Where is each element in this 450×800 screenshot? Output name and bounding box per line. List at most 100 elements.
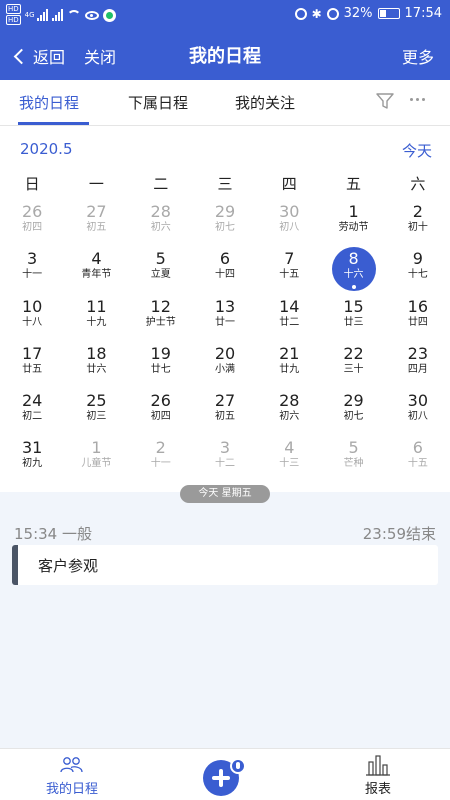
day-number: 26 [21,202,43,221]
day-lunar-label: 儿童节 [81,458,112,470]
bottom-nav-my-schedule[interactable]: 我的日程 [12,749,132,800]
calendar-day[interactable]: 4 十三 [257,434,321,481]
nav-bar: 返回 关闭 我的日程 更多 [0,30,450,80]
day-lunar-label: 十一 [22,269,43,281]
network-type: 4G [24,11,35,19]
day-lunar-label: 护士节 [145,316,176,328]
day-lunar-label: 廿五 [22,363,43,375]
day-number: 2 [155,438,166,458]
day-lunar-label: 初七 [343,411,364,423]
calendar-day[interactable]: 3 十二 [193,434,257,481]
calendar-day[interactable]: 5 立夏 [129,245,193,292]
day-lunar-label: 十五 [279,269,300,281]
calendar-day[interactable]: 28 初六 [129,198,193,245]
calendar-day-selected[interactable]: 8 十六 [321,245,385,292]
weekday-tue: 二 [153,175,169,193]
calendar-day[interactable]: 1 儿童节 [64,434,128,481]
eye-icon [84,10,99,20]
calendar-day[interactable]: 29 初七 [321,387,385,434]
bottom-nav-report[interactable]: 报表 [318,749,438,800]
day-lunar-label: 十三 [279,458,300,470]
day-number: 27 [86,202,107,221]
calendar-day[interactable]: 9 十七 [386,245,450,292]
event-card[interactable]: 客户参观 [12,545,438,585]
day-lunar-label: 廿二 [279,316,300,328]
day-number: 26 [150,391,171,411]
calendar-day[interactable]: 26 初四 [129,387,193,434]
day-number: 31 [21,438,43,458]
weekday-sat: 六 [410,175,426,193]
filter-icon[interactable] [376,92,394,110]
calendar-day[interactable]: 17 廿五 [0,340,64,387]
day-lunar-label: 初八 [407,411,428,423]
calendar-day[interactable]: 6 十四 [193,245,257,292]
back-label: 返回 [33,48,66,67]
day-lunar-label: 初六 [150,222,171,233]
weekday-fri: 五 [346,175,362,193]
day-number: 24 [21,391,43,411]
day-number: 8 [348,249,359,269]
calendar-day[interactable]: 2 十一 [129,434,193,481]
app-notification-icon [102,8,116,22]
day-number: 16 [407,296,429,316]
back-button[interactable]: 返回 [12,44,65,68]
calendar-day[interactable]: 5 芒种 [321,434,385,481]
bluetooth-icon: ✱ [311,6,322,21]
day-lunar-label: 十四 [214,269,235,281]
day-lunar-label: 立夏 [150,269,171,281]
calendar-day[interactable]: 16 廿四 [386,293,450,340]
day-lunar-label: 青年节 [81,269,112,281]
calendar-day[interactable]: 30 初八 [257,198,321,245]
calendar-day[interactable]: 31 初九 [0,434,64,481]
day-number: 30 [279,202,300,221]
calendar-day[interactable]: 25 初三 [64,387,128,434]
calendar-day[interactable]: 30 初八 [386,387,450,434]
calendar-day[interactable]: 13 廿一 [193,293,257,340]
calendar-day[interactable]: 3 十一 [0,245,64,292]
today-weekday-pill[interactable]: 今天 星期五 [180,485,270,503]
close-button[interactable]: 关闭 [84,44,116,68]
today-button[interactable]: 今天 [402,140,432,161]
microphone-icon[interactable] [230,758,246,774]
calendar-day[interactable]: 15 廿三 [321,293,385,340]
calendar-day[interactable]: 26 初四 [0,198,64,245]
more-options-icon[interactable] [410,98,425,101]
location-icon [326,7,339,20]
more-button[interactable]: 更多 [402,44,434,68]
calendar-day[interactable]: 20 小满 [193,340,257,387]
calendar-day[interactable]: 22 三十 [321,340,385,387]
page-title: 我的日程 [189,46,261,67]
calendar-day[interactable]: 4 青年节 [64,245,128,292]
calendar-day[interactable]: 27 初五 [193,387,257,434]
day-number: 19 [150,343,171,363]
calendar-day[interactable]: 11 十九 [64,293,128,340]
calendar-day[interactable]: 7 十五 [257,245,321,292]
tab-my-schedule[interactable]: 我的日程 [19,92,79,113]
bottom-nav-schedule-label: 我的日程 [45,782,98,797]
wifi-icon [66,10,81,20]
calendar-day[interactable]: 24 初二 [0,387,64,434]
day-number: 15 [343,296,364,316]
calendar-day[interactable]: 28 初六 [257,387,321,434]
calendar-day[interactable]: 19 廿七 [129,340,193,387]
calendar-day[interactable]: 27 初五 [64,198,128,245]
calendar-day[interactable]: 14 廿二 [257,293,321,340]
clock: 17:54 [404,6,442,21]
calendar-day[interactable]: 6 十五 [386,434,450,481]
tab-my-follows[interactable]: 我的关注 [235,92,295,113]
calendar-day[interactable]: 23 四月 [386,340,450,387]
day-number: 3 [27,249,38,269]
day-lunar-label: 初四 [22,222,43,233]
calendar-day[interactable]: 2 初十 [386,198,450,245]
calendar-day[interactable]: 29 初七 [193,198,257,245]
calendar-day[interactable]: 18 廿六 [64,340,128,387]
calendar-day[interactable]: 21 廿九 [257,340,321,387]
day-number: 17 [21,343,43,363]
calendar-day[interactable]: 10 十八 [0,293,64,340]
weekday-header: 日 一 二 三 四 五 六 [0,173,450,195]
calendar-day[interactable]: 1 劳动节 [321,198,385,245]
back-chevron-icon [13,48,30,64]
day-number: 7 [284,249,295,269]
calendar-day[interactable]: 12 护士节 [129,293,193,340]
tab-subordinate-schedule[interactable]: 下属日程 [128,92,188,113]
